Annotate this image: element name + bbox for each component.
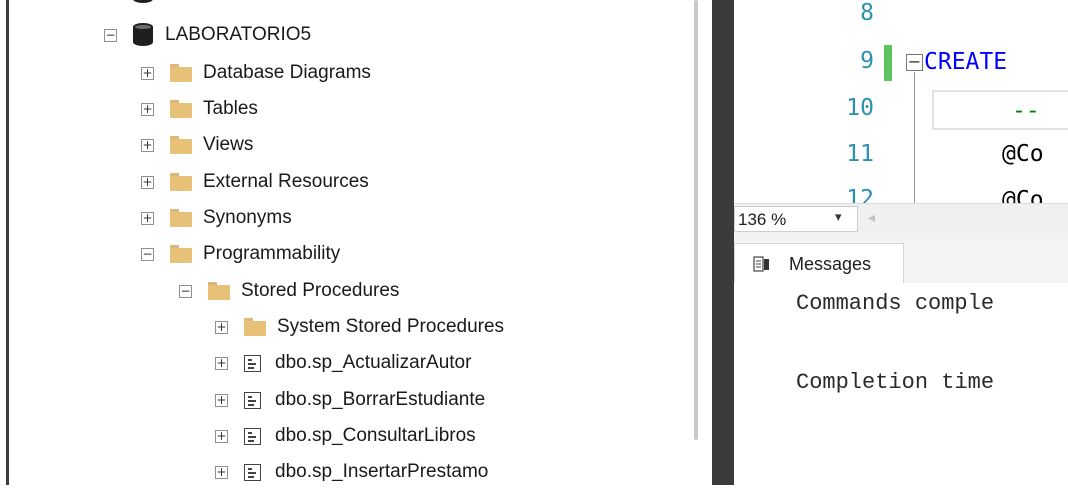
- tree-node-synonyms[interactable]: + Synonyms: [141, 200, 292, 236]
- tree-node-label: Database Diagrams: [203, 62, 371, 83]
- tree-node-label: System Stored Procedures: [277, 316, 505, 337]
- tree-node-label: Programmability: [203, 243, 341, 264]
- folder-icon: [170, 100, 192, 118]
- folder-icon: [170, 245, 192, 263]
- code-parameter: @Co: [1002, 187, 1044, 203]
- tree-node-database-diagrams[interactable]: + Database Diagrams: [141, 55, 371, 91]
- tree-node-label: Tables: [203, 98, 258, 119]
- tree-node-procedure[interactable]: + dbo.sp_ActualizarAutor: [215, 345, 471, 381]
- tree-node-partial: −: [104, 0, 165, 10]
- tree-node-label: Synonyms: [203, 207, 292, 228]
- expand-toggle[interactable]: +: [141, 66, 154, 80]
- tree-node-views[interactable]: + Views: [141, 127, 253, 163]
- chevron-down-icon[interactable]: ▾: [835, 210, 842, 225]
- collapse-toggle[interactable]: −: [179, 284, 192, 298]
- expand-toggle[interactable]: +: [215, 356, 228, 370]
- messages-icon: [753, 256, 769, 272]
- line-number: 11: [846, 141, 874, 167]
- tree-node-procedure[interactable]: + dbo.sp_ConsultarLibros: [215, 418, 476, 454]
- folder-icon: [244, 318, 266, 336]
- line-number: 8: [860, 0, 874, 26]
- collapse-toggle[interactable]: −: [141, 247, 154, 261]
- change-tracking-bar: [884, 45, 892, 81]
- code-editor[interactable]: − CREATE -- @Co @Co: [906, 0, 1068, 203]
- collapse-outline-toggle[interactable]: −: [906, 54, 923, 71]
- outline-guide: [914, 72, 915, 203]
- object-explorer-scrollbar[interactable]: [694, 0, 698, 440]
- object-explorer-border: [6, 0, 9, 485]
- tree-node-label: LABORATORIO5: [165, 24, 312, 45]
- expand-toggle[interactable]: +: [215, 393, 228, 407]
- expand-toggle[interactable]: +: [215, 465, 228, 479]
- object-explorer: − − LABORATORIO5 + Database Diagrams + T…: [0, 0, 678, 485]
- window-splitter[interactable]: [712, 0, 734, 485]
- line-number: 10: [846, 95, 874, 121]
- message-line: Completion time: [796, 370, 995, 395]
- expand-toggle[interactable]: +: [141, 175, 154, 189]
- tree-node-label: External Resources: [203, 171, 369, 192]
- tab-label: Messages: [789, 254, 872, 274]
- expand-toggle[interactable]: +: [141, 138, 154, 152]
- tree-node-label: dbo.sp_ActualizarAutor: [275, 352, 472, 373]
- tree-node-label: Stored Procedures: [241, 280, 400, 301]
- stored-procedure-icon: [244, 427, 261, 445]
- code-parameter: @Co: [1002, 141, 1044, 167]
- folder-icon: [170, 173, 192, 191]
- tree-node-procedure[interactable]: + dbo.sp_BorrarEstudiante: [215, 382, 485, 418]
- stored-procedure-icon: [244, 354, 261, 372]
- folder-icon: [170, 209, 192, 227]
- tree-node-label: dbo.sp_BorrarEstudiante: [275, 389, 486, 410]
- database-icon: [133, 23, 153, 47]
- tree-node-external-resources[interactable]: + External Resources: [141, 164, 369, 200]
- tree-node-programmability[interactable]: − Programmability: [141, 236, 340, 272]
- scroll-left-icon[interactable]: ◂: [868, 210, 875, 226]
- tree-node-stored-procedures[interactable]: − Stored Procedures: [179, 273, 399, 309]
- code-keyword: CREATE: [924, 49, 1008, 75]
- expand-toggle[interactable]: +: [141, 211, 154, 225]
- stored-procedure-icon: [244, 463, 261, 481]
- current-line-highlight: [932, 90, 1068, 130]
- folder-icon: [170, 136, 192, 154]
- results-tabstrip: Messages: [734, 233, 1068, 283]
- tree-node-system-stored-procedures[interactable]: + System Stored Procedures: [215, 309, 504, 345]
- expand-toggle[interactable]: +: [215, 429, 228, 443]
- messages-pane: Commands comple Completion time: [734, 283, 1068, 485]
- folder-icon: [208, 282, 230, 300]
- tree-node-tables[interactable]: + Tables: [141, 91, 258, 127]
- stored-procedure-icon: [244, 391, 261, 409]
- collapse-toggle[interactable]: −: [104, 28, 117, 42]
- message-line: Commands comple: [796, 291, 995, 316]
- tab-messages[interactable]: Messages: [734, 243, 904, 283]
- line-number-gutter: 8 9 10 11 12: [734, 0, 906, 212]
- line-number: 9: [860, 48, 874, 74]
- folder-icon: [170, 64, 192, 82]
- tree-node-database[interactable]: − LABORATORIO5: [104, 17, 311, 53]
- zoom-dropdown[interactable]: 136 % ▾: [734, 206, 858, 232]
- tree-node-label: Views: [203, 134, 254, 155]
- zoom-value: 136 %: [738, 210, 787, 229]
- expand-toggle[interactable]: +: [141, 102, 154, 116]
- tree-node-label: dbo.sp_ConsultarLibros: [275, 425, 476, 446]
- expand-toggle[interactable]: +: [215, 320, 228, 334]
- database-icon: [133, 0, 153, 4]
- code-comment: --: [1012, 98, 1040, 124]
- editor-zoom-bar: 136 % ▾ ◂: [734, 203, 1068, 234]
- tree-node-label: dbo.sp_InsertarPrestamo: [275, 461, 489, 482]
